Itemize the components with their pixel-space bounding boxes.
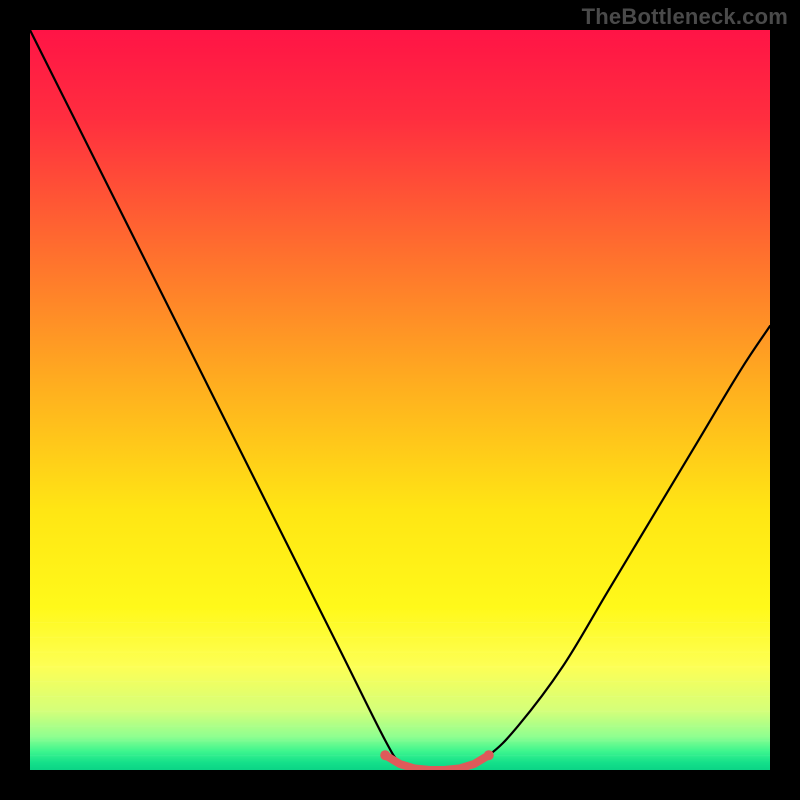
trough-marker-line [385, 755, 489, 770]
chart-curve-layer [30, 30, 770, 770]
bottleneck-curve [30, 30, 770, 770]
watermark-text: TheBottleneck.com [582, 4, 788, 30]
chart-frame: TheBottleneck.com [0, 0, 800, 800]
plot-area [30, 30, 770, 770]
